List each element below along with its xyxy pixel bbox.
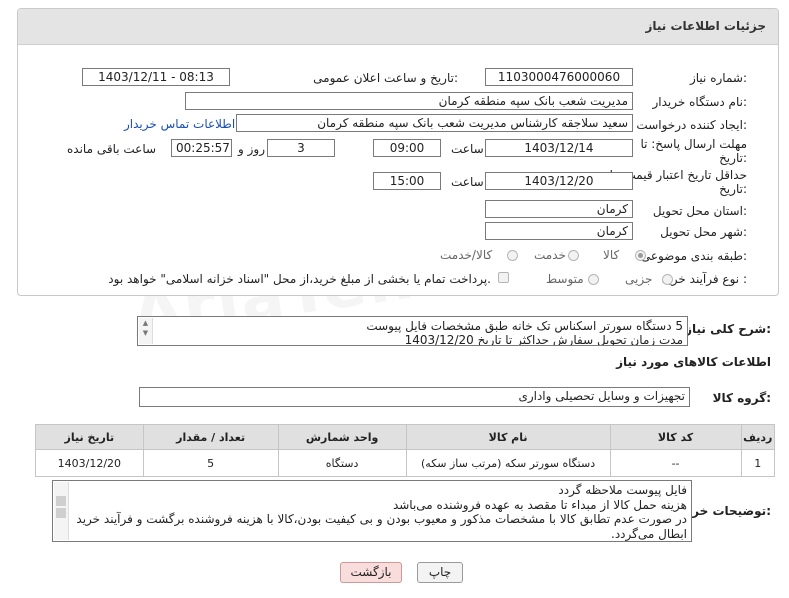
announce-label: تاریخ و ساعت اعلان عمومی: [313,71,458,85]
creator-field[interactable]: سعید سلاجقه کارشناس مدیریت شعب بانک سپه … [236,114,633,132]
cell-row: 1 [740,449,776,477]
goods-section-title: اطلاعات کالاهای مورد نیاز [616,355,771,369]
col-code: کد کالا [609,424,742,450]
summary-label: شرح کلی نیاز: [685,322,771,336]
summary-scrollbar[interactable]: ▲ ▼ [139,318,153,344]
category-option-goods: کالا [603,248,620,262]
remaining-label: ساعت باقی مانده [67,142,157,156]
items-table: ردیف کد کالا نام کالا واحد شمارش تعداد /… [35,424,776,477]
buyer-contact-link[interactable]: اطلاعات تماس خریدار [124,117,235,131]
summary-line-1: 5 دستگاه سورتر اسکناس تک خانه طبق مشخصات… [366,319,683,333]
category-option-service: خدمت [534,248,566,262]
buyer-note-line-1: فایل پیوست ملاحظه گردد [558,483,687,497]
category-radio-goods[interactable] [635,250,646,261]
items-table-header: ردیف کد کالا نام کالا واحد شمارش تعداد /… [35,424,776,450]
back-button[interactable]: بازگشت [340,562,402,583]
days-remaining-field[interactable]: 3 [267,139,335,157]
process-option-medium: متوسط [546,272,584,286]
announce-field[interactable]: 1403/12/11 - 08:13 [82,68,230,86]
need-number-label: شماره نیاز: [689,71,747,85]
validity-label-line2: تاریخ: [719,182,747,196]
validity-date-field[interactable]: 1403/12/20 [485,172,633,190]
cell-date: 1403/12/20 [35,449,144,477]
validity-time-field[interactable]: 15:00 [373,172,441,190]
goods-group-label: گروه کالا: [712,391,771,405]
buyer-notes-scrollbar[interactable] [54,482,69,540]
col-row: ردیف [740,424,776,450]
cell-code: -- [609,449,742,477]
need-number-field[interactable]: 1103000476000060 [485,68,633,86]
print-button[interactable]: چاپ [417,562,463,583]
deadline-label: مهلت ارسال پاسخ: تا تاریخ: [627,137,747,165]
panel-header: جزئیات اطلاعات نیاز [18,9,778,45]
deadline-label-line2: تاریخ: [719,151,747,165]
process-radio-medium[interactable] [588,274,599,285]
buyer-notes-textarea[interactable]: فایل پیوست ملاحظه گردد هزینه حمل کالا از… [52,480,692,542]
city-field[interactable]: کرمان [485,222,633,240]
deadline-time-label: ساعت [451,142,484,156]
deadline-label-line1: مهلت ارسال پاسخ: تا [640,137,747,151]
cell-qty: 5 [142,449,279,477]
cell-unit: دستگاه [277,449,407,477]
buyer-note-line-2: هزینه حمل کالا از مبداء تا مقصد به عهده … [392,497,687,512]
category-option-goods-service: کالا/خدمت [440,248,493,262]
goods-group-field[interactable]: تجهیزات و وسایل تحصیلی واداری [139,387,690,407]
buyer-note-line-3: در صورت عدم تطابق کالا با مشخصات مذکور و… [76,512,687,526]
category-radio-goods-service[interactable] [507,250,518,261]
summary-textarea[interactable]: ▲ ▼ 5 دستگاه سورتر اسکناس تک خانه طبق مشخ… [137,316,688,346]
category-radio-service[interactable] [568,250,579,261]
remaining-time-field[interactable]: 00:25:57 [171,139,232,157]
process-label: نوع فرآیند خرید : [662,272,747,286]
process-radio-minor[interactable] [662,274,673,285]
treasury-payment-note: پرداخت تمام یا بخشی از مبلغ خرید،از محل … [108,272,491,286]
deadline-time-field[interactable]: 09:00 [373,139,441,157]
days-label: روز و [238,142,265,156]
validity-time-label: ساعت [451,175,484,189]
process-option-minor: جزیی [625,272,653,286]
buyer-note-line-4: ابطال می‌گردد. [611,526,687,541]
city-label: شهر محل تحویل: [660,225,747,239]
category-label: طبقه بندی موضوعی: [640,249,747,263]
deadline-date-field[interactable]: 1403/12/14 [485,139,633,157]
col-qty: تعداد / مقدار [142,424,279,450]
province-field[interactable]: کرمان [485,200,633,218]
creator-label: ایجاد کننده درخواست: [636,118,747,132]
province-label: استان محل تحویل: [652,204,747,218]
buyer-org-label: نام دستگاه خریدار: [652,95,748,109]
treasury-payment-checkbox[interactable] [498,272,509,283]
col-date: تاریخ نیاز [35,424,144,450]
buyer-org-field[interactable]: مدیریت شعب بانک سپه منطقه کرمان [185,92,633,110]
cell-name: دستگاه سورتر سکه (مرتب ساز سکه) [405,449,611,477]
summary-line-2: مدت زمان تحویل سفارش حداکثر تا تاریخ 140… [404,333,683,346]
col-unit: واحد شمارش [277,424,407,450]
table-row[interactable]: 1 -- دستگاه سورتر سکه (مرتب ساز سکه) دست… [35,449,776,477]
panel-title: جزئیات اطلاعات نیاز [645,19,766,33]
col-name: نام کالا [405,424,611,450]
